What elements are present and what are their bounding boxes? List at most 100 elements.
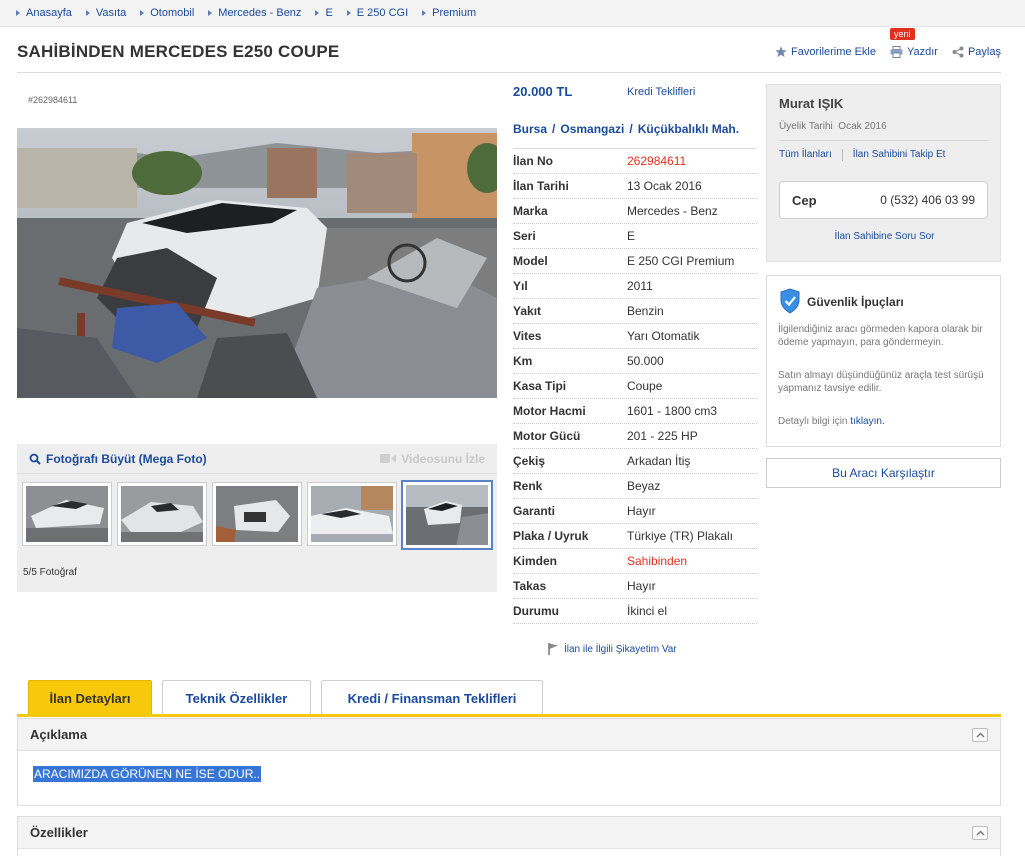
location-city[interactable]: Bursa (513, 122, 547, 136)
thumbnail[interactable] (307, 482, 397, 546)
safety-tip: Satın almayı düşündüğünüz araçla test sü… (778, 370, 984, 394)
collapse-button[interactable] (972, 825, 988, 840)
details-link[interactable]: tıklayın. (850, 416, 884, 427)
phone-number[interactable]: 0 (532) 406 03 99 (880, 193, 975, 207)
detail-value: Arkadan İtiş (627, 454, 691, 468)
detail-key: Kimden (513, 554, 558, 568)
breadcrumb-item[interactable]: Otomobil (140, 7, 194, 19)
detail-value: 262984611 (627, 154, 687, 168)
follow-seller-link[interactable]: İlan Sahibini Takip Et (853, 149, 946, 161)
detail-row: Model E 250 CGI Premium (513, 249, 757, 274)
detail-key: Motor Gücü (513, 429, 581, 443)
photo-count: 5/5 Fotoğraf (23, 567, 77, 578)
favorite-button[interactable]: Favorilerime Ekle (775, 46, 876, 58)
video-button[interactable]: Videosunu İzle (380, 452, 485, 466)
seller-name: Murat IŞIK (779, 96, 844, 111)
report-listing-link[interactable]: İlan ile İlgili Şikayetim Var (548, 643, 677, 655)
location-district[interactable]: Osmangazi (560, 122, 624, 136)
thumbnail-active[interactable] (401, 480, 493, 550)
credit-offers-link[interactable]: Kredi Teklifleri (627, 86, 695, 98)
breadcrumb-item[interactable]: Premium (422, 7, 476, 19)
safety-tip: Detaylı bilgi için tıklayın. (778, 416, 885, 427)
breadcrumb-item[interactable]: Vasıta (85, 7, 126, 19)
detail-row: Durumu İkinci el (513, 599, 757, 624)
tabs-underline (17, 714, 1001, 717)
share-icon (952, 46, 964, 58)
collapse-button[interactable] (972, 727, 988, 742)
thumbnail-image (121, 486, 203, 542)
safety-tip: İlgilendiğiniz aracı görmeden kapora ola… (778, 324, 983, 348)
compare-button[interactable]: Bu Aracı Karşılaştır (766, 458, 1001, 488)
detail-key: İlan Tarihi (513, 179, 569, 193)
thumbnail[interactable] (22, 482, 112, 546)
detail-row: Kimden Sahibinden (513, 549, 757, 574)
detail-value: Hayır (627, 579, 656, 593)
share-button[interactable]: Paylaş (952, 46, 1001, 58)
detail-row: İlan Tarihi 13 Ocak 2016 (513, 174, 757, 199)
detail-key: Seri (513, 229, 536, 243)
detail-value: Sahibinden (627, 554, 688, 568)
detail-row: Marka Mercedes - Benz (513, 199, 757, 224)
detail-row: Yakıt Benzin (513, 299, 757, 324)
breadcrumb-item[interactable]: Mercedes - Benz (208, 7, 301, 19)
star-icon (775, 46, 787, 57)
detail-value: Beyaz (627, 479, 661, 493)
detail-key: Takas (513, 579, 547, 593)
breadcrumb-item[interactable]: E 250 CGI (346, 7, 408, 19)
thumbnail-image (311, 486, 393, 542)
detail-value: 201 - 225 HP (627, 429, 698, 443)
mega-photo-button[interactable]: Fotoğrafı Büyüt (Mega Foto) (29, 452, 207, 466)
detail-row: Motor Gücü 201 - 225 HP (513, 424, 757, 449)
arrow-icon (208, 10, 213, 16)
detail-value: E 250 CGI Premium (627, 254, 735, 268)
page-title: SAHİBİNDEN MERCEDES E250 COUPE (17, 42, 340, 61)
breadcrumb: Anasayfa Vasıta Otomobil Mercedes - Benz… (0, 0, 1025, 27)
description-text: ARACIMIZDA GÖRÜNEN NE İSE ODUR.. (33, 766, 262, 782)
safety-tips-box: Güvenlik İpuçları İlgilendiğiniz aracı g… (766, 275, 1001, 447)
detail-key: Kasa Tipi (513, 379, 567, 393)
member-since: Üyelik Tarihi Ocak 2016 (779, 121, 887, 132)
detail-key: Model (513, 254, 548, 268)
location-neighborhood[interactable]: Küçükbalıklı Mah. (638, 122, 739, 136)
thumbnail[interactable] (212, 482, 302, 546)
section-title: Özellikler (30, 825, 88, 840)
arrow-icon (140, 10, 145, 16)
photo-toolbar: Fotoğrafı Büyüt (Mega Foto) Videosunu İz… (17, 444, 497, 474)
location: Bursa / Osmangazi / Küçükbalıklı Mah. (513, 122, 739, 136)
all-listings-link[interactable]: Tüm İlanları (779, 149, 832, 161)
seller-box: Murat IŞIK Üyelik Tarihi Ocak 2016 Tüm İ… (766, 84, 1001, 262)
tab-listing-details[interactable]: İlan Detayları (28, 680, 152, 716)
breadcrumb-item[interactable]: Anasayfa (16, 7, 72, 19)
detail-row: Km 50.000 (513, 349, 757, 374)
safety-title: Güvenlik İpuçları (807, 295, 904, 309)
listing-details-table: İlan No 262984611 İlan Tarihi 13 Ocak 2016 M… (513, 148, 757, 624)
breadcrumb-item[interactable]: E (315, 7, 333, 19)
thumbnail[interactable] (117, 482, 207, 546)
arrow-icon (315, 10, 320, 16)
header-actions: Favorilerime Ekle yeni Yazdır Paylaş (761, 28, 1001, 58)
detail-value: Mercedes - Benz (627, 204, 718, 218)
magnifier-icon (29, 453, 41, 465)
tab-technical-specs[interactable]: Teknik Özellikler (162, 680, 311, 715)
main-photo[interactable] (17, 128, 497, 398)
detail-key: Çekiş (513, 454, 546, 468)
new-badge: yeni (889, 28, 915, 40)
listing-id-label: #262984611 (28, 95, 78, 105)
detail-key: Km (513, 354, 533, 368)
ask-seller-link[interactable]: İlan Sahibine Soru Sor (767, 231, 1002, 242)
description-section: Açıklama ARACIMIZDA GÖRÜNEN NE İSE ODUR.… (17, 718, 1001, 806)
detail-key: Vites (513, 329, 542, 343)
thumbnail-image (26, 486, 108, 542)
detail-row: Plaka / Uyruk Türkiye (TR) Plakalı (513, 524, 757, 549)
video-camera-icon (380, 454, 397, 463)
tab-financing-offers[interactable]: Kredi / Finansman Teklifleri (321, 680, 543, 715)
arrow-icon (346, 10, 351, 16)
location-separator: / (552, 122, 556, 136)
detail-value: Coupe (627, 379, 663, 393)
thumbnail-image (216, 486, 298, 542)
print-button[interactable]: yeni Yazdır (889, 28, 938, 58)
arrow-icon (422, 10, 427, 16)
detail-value: Türkiye (TR) Plakalı (627, 529, 734, 543)
divider (779, 140, 989, 141)
price: 20.000 TL (513, 84, 573, 99)
